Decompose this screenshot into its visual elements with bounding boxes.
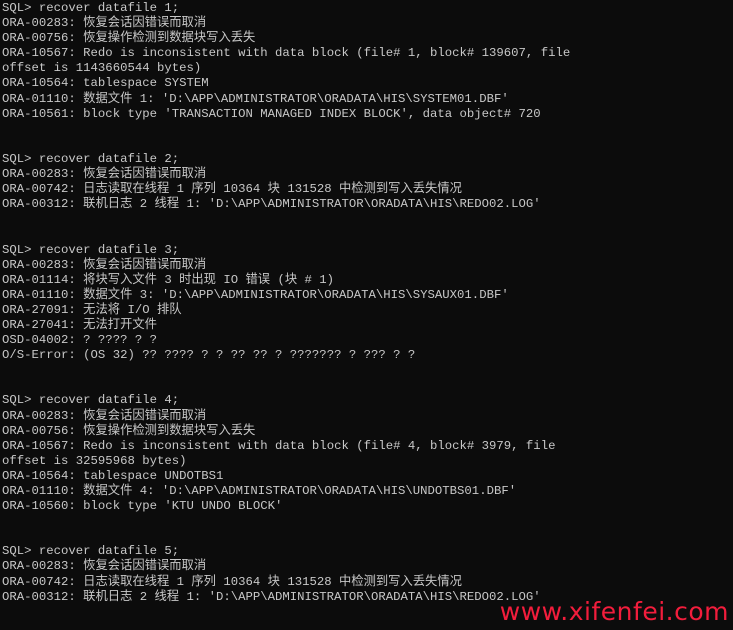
console-line: ORA-00283: 恢复会话因错误而取消: [2, 559, 207, 574]
console-output[interactable]: SQL> recover datafile 1; ORA-00283: 恢复会话因…: [2, 1, 733, 605]
console-line: ORA-00283: 恢复会话因错误而取消: [2, 408, 207, 423]
console-line: offset is 1143660544 bytes): [2, 61, 202, 76]
console-line: ORA-10561: block type 'TRANSACTION MANAG…: [2, 106, 541, 121]
console-command-line: SQL> recover datafile 1;: [2, 1, 180, 15]
console-line: ORA-01114: 将块写入文件 3 时出现 IO 错误 (块 # 1): [2, 272, 335, 287]
console-line: ORA-10564: tablespace SYSTEM: [2, 76, 209, 91]
console-line: ORA-10564: tablespace UNDOTBS1: [2, 468, 224, 483]
console-line: offset is 32595968 bytes): [2, 453, 187, 468]
console-line: ORA-01110: 数据文件 1: 'D:\APP\ADMINISTRATOR…: [2, 91, 509, 106]
console-line: ORA-00756: 恢复操作检测到数据块写入丢失: [2, 423, 256, 438]
console-command-line: SQL> recover datafile 5;: [2, 544, 180, 559]
console-line: ORA-00756: 恢复操作检测到数据块写入丢失: [2, 31, 256, 46]
console-line: ORA-00312: 联机日志 2 线程 1: 'D:\APP\ADMINIST…: [2, 197, 541, 212]
console-line: ORA-00742: 日志读取在线程 1 序列 10364 块 131528 中…: [2, 574, 462, 589]
console-line: ORA-10560: block type 'KTU UNDO BLOCK': [2, 499, 283, 514]
watermark: www.xifenfei.com: [499, 597, 729, 626]
console-line: ORA-27041: 无法打开文件: [2, 317, 157, 332]
console-line: ORA-00283: 恢复会话因错误而取消: [2, 257, 207, 272]
console-line: OSD-04002: ? ???? ? ?: [2, 333, 157, 348]
console-line: ORA-10567: Redo is inconsistent with dat…: [2, 46, 571, 61]
console-line: ORA-01110: 数据文件 3: 'D:\APP\ADMINISTRATOR…: [2, 287, 509, 302]
console-command-line: SQL> recover datafile 4;: [2, 393, 180, 408]
console-command-line: SQL> recover datafile 3;: [2, 242, 180, 257]
console-line: ORA-01110: 数据文件 4: 'D:\APP\ADMINISTRATOR…: [2, 484, 517, 498]
console-command-line: SQL> recover datafile 2;: [2, 151, 180, 166]
console-line: ORA-10567: Redo is inconsistent with dat…: [2, 438, 556, 453]
console-line: ORA-00283: 恢复会话因错误而取消: [2, 16, 207, 31]
console-line: ORA-00742: 日志读取在线程 1 序列 10364 块 131528 中…: [2, 182, 462, 197]
console-line: O/S-Error: (OS 32) ?? ???? ? ? ?? ?? ? ?…: [2, 348, 416, 363]
console-line: ORA-27091: 无法将 I/O 排队: [2, 302, 182, 317]
console-line: ORA-00283: 恢复会话因错误而取消: [2, 167, 207, 182]
